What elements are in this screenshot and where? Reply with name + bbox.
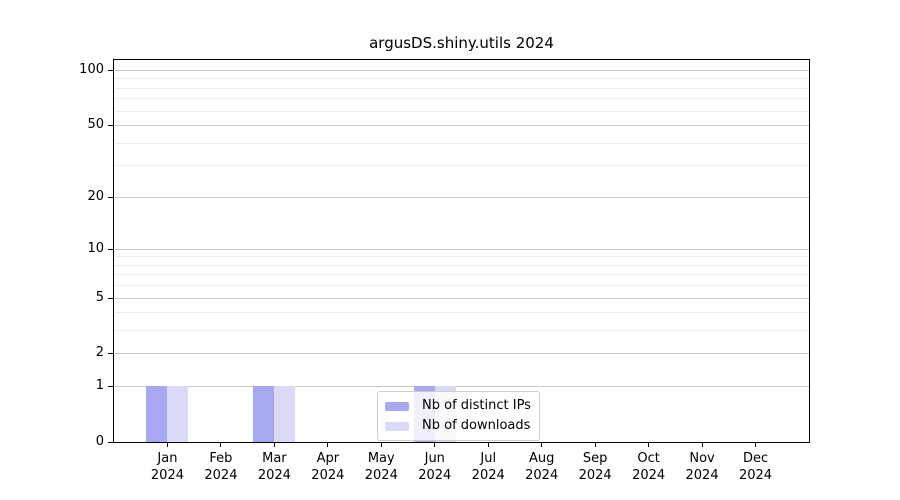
y-tick-mark (108, 297, 113, 299)
legend-swatch-downloads-icon (385, 421, 409, 431)
major-gridline (114, 297, 809, 299)
minor-gridline (114, 330, 809, 332)
y-tick-mark (108, 386, 113, 388)
x-tick-mark (166, 443, 168, 447)
minor-gridline (114, 110, 809, 112)
minor-gridline (114, 142, 809, 144)
y-tick-mark (108, 196, 113, 198)
legend-item-downloads: Nb of downloads (385, 416, 531, 436)
x-tick-mark (541, 443, 543, 447)
legend-item-distinct-ips: Nb of distinct IPs (385, 396, 531, 416)
y-tick-label: 0 (95, 434, 104, 449)
y-tick-label: 50 (87, 117, 104, 133)
minor-gridline (114, 98, 809, 100)
y-tick-label: 2 (95, 345, 104, 361)
minor-gridline (114, 274, 809, 276)
legend-label-distinct-ips: Nb of distinct IPs (422, 398, 531, 413)
y-tick-mark (108, 70, 113, 71)
x-tick-mark (755, 443, 757, 447)
minor-gridline (114, 256, 809, 258)
plot-area: Nb of distinct IPs Nb of downloads (113, 59, 810, 443)
minor-gridline (114, 165, 809, 167)
y-tick-mark (108, 248, 113, 250)
legend-label-downloads: Nb of downloads (422, 418, 531, 433)
major-gridline (114, 386, 809, 388)
x-tick-mark (273, 443, 275, 447)
minor-gridline (114, 264, 809, 266)
x-tick-mark (648, 443, 650, 447)
legend: Nb of distinct IPs Nb of downloads (377, 391, 540, 441)
bar-mar-downloads (274, 386, 296, 442)
legend-swatch-distinct-ips-icon (385, 401, 409, 411)
minor-gridline (114, 87, 809, 89)
minor-gridline (114, 78, 809, 80)
y-tick-mark (108, 125, 113, 127)
chart-title: argusDS.shiny.utils 2024 (369, 34, 554, 52)
x-tick-mark (701, 443, 703, 447)
major-gridline (114, 125, 809, 127)
bar-jan-distinct-ips (146, 386, 168, 442)
y-tick-label: 1 (95, 378, 104, 394)
x-tick-mark (327, 443, 329, 447)
chart: argusDS.shiny.utils 2024 Nb of distinct … (0, 0, 900, 500)
bar-jan-downloads (167, 386, 189, 442)
major-gridline (114, 70, 809, 71)
y-tick-label: 100 (79, 62, 104, 77)
y-tick-label: 20 (87, 188, 104, 204)
x-tick-mark (434, 443, 436, 447)
x-tick-mark (220, 443, 222, 447)
y-tick-mark (108, 353, 113, 355)
x-tick-mark (594, 443, 596, 447)
minor-gridline (114, 312, 809, 314)
major-gridline (114, 196, 809, 198)
y-tick-label: 10 (87, 240, 104, 256)
x-tick-mark (487, 443, 489, 447)
x-tick-label: Dec 2024 (738, 451, 773, 483)
bar-mar-distinct-ips (253, 386, 275, 442)
y-tick-label: 5 (95, 289, 104, 305)
x-tick-mark (380, 443, 382, 447)
minor-gridline (114, 285, 809, 287)
y-tick-mark (108, 442, 113, 443)
major-gridline (114, 353, 809, 355)
major-gridline (114, 248, 809, 250)
